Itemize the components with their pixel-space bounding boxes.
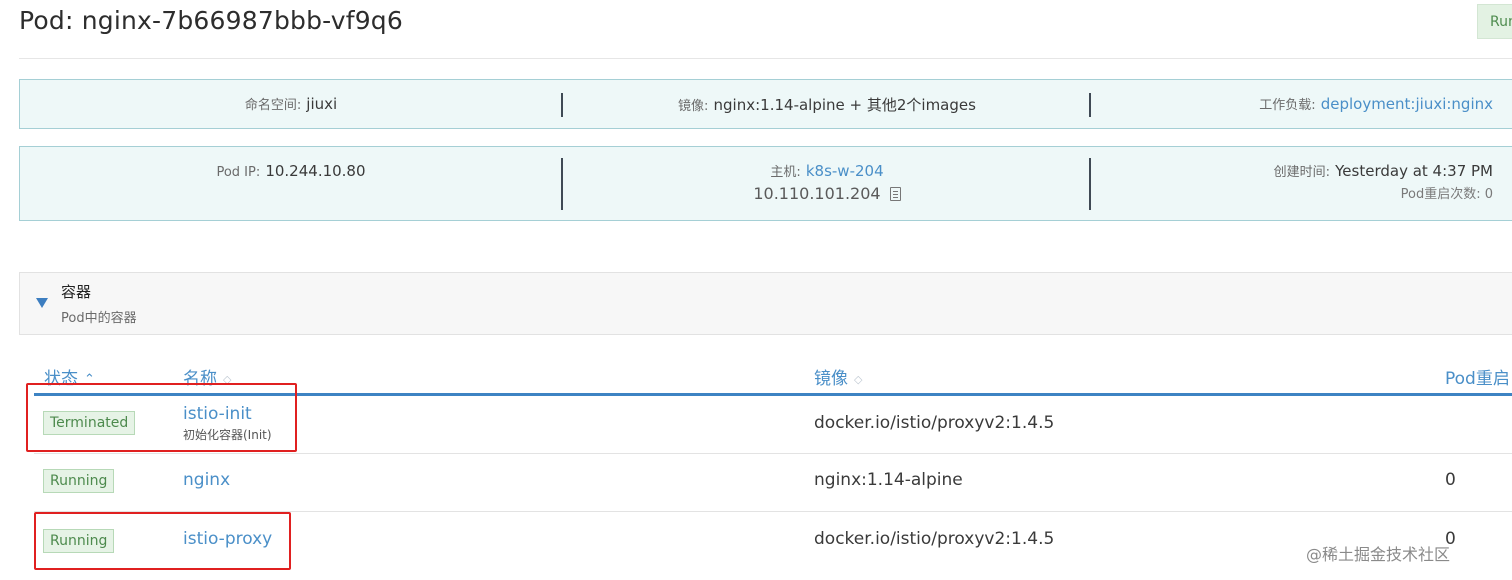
state-badge-running: Running xyxy=(43,469,115,493)
column-header-restarts[interactable]: Pod重启 xyxy=(1445,364,1510,389)
restarts-value: 0 xyxy=(1484,187,1493,202)
host-cell: 主机: k8s-w-204 10.110.101.204 xyxy=(562,147,1092,220)
info-box-primary: 命名空间: jiuxi 镜像: nginx:1.14-alpine + 其他2个… xyxy=(19,79,1512,129)
containers-section-header[interactable]: 容器 Pod中的容器 xyxy=(19,272,1512,335)
restarts-label: Pod重启次数: xyxy=(1400,187,1481,202)
title-divider xyxy=(19,58,1512,59)
section-title: 容器 xyxy=(61,283,92,301)
container-restarts: 0 xyxy=(1445,470,1456,490)
column-header-image[interactable]: 镜像 ◇ xyxy=(814,364,862,389)
container-image: nginx:1.14-alpine xyxy=(814,470,963,490)
workload-cell: 工作负载: deployment:jiuxi:nginx xyxy=(1092,80,1512,128)
host-ip-value: 10.110.101.204 xyxy=(753,184,881,203)
pod-state-badge: Run xyxy=(1477,4,1512,39)
image-value[interactable]: nginx:1.14-alpine + 其他2个images xyxy=(714,96,976,114)
pod-ip-cell: Pod IP: 10.244.10.80 xyxy=(20,147,562,220)
created-cell: 创建时间: Yesterday at 4:37 PM Pod重启次数: 0 xyxy=(1092,147,1512,220)
page-title: Pod: nginx-7b66987bbb-vf9q6 xyxy=(19,6,403,35)
workload-link[interactable]: deployment:jiuxi:nginx xyxy=(1321,95,1493,113)
watermark: @稀土掘金技术社区 xyxy=(1306,545,1451,564)
workload-label: 工作负载: xyxy=(1259,98,1316,113)
column-header-label: 镜像 xyxy=(814,369,848,389)
container-name-link[interactable]: nginx xyxy=(183,470,230,490)
section-subtitle: Pod中的容器 xyxy=(61,311,137,326)
container-image: docker.io/istio/proxyv2:1.4.5 xyxy=(814,529,1055,549)
sort-icon: ◇ xyxy=(854,373,863,386)
column-header-label: Pod重启 xyxy=(1445,369,1510,389)
highlight-box xyxy=(34,512,291,570)
host-label: 主机: xyxy=(770,165,801,180)
info-divider xyxy=(1089,158,1091,210)
namespace-label: 命名空间: xyxy=(244,98,302,113)
pod-ip-value: 10.244.10.80 xyxy=(265,162,366,180)
caret-down-icon[interactable] xyxy=(36,298,48,308)
info-divider xyxy=(1089,93,1091,117)
highlight-box xyxy=(26,383,297,452)
created-value: Yesterday at 4:37 PM xyxy=(1335,162,1493,180)
namespace-cell: 命名空间: jiuxi xyxy=(20,80,562,128)
container-image: docker.io/istio/proxyv2:1.4.5 xyxy=(814,413,1055,433)
host-link[interactable]: k8s-w-204 xyxy=(806,162,884,180)
namespace-value: jiuxi xyxy=(306,95,338,113)
row-divider xyxy=(34,453,1512,454)
image-cell: 镜像: nginx:1.14-alpine + 其他2个images xyxy=(562,80,1092,128)
pod-ip-label: Pod IP: xyxy=(216,165,261,180)
copy-icon[interactable] xyxy=(889,187,901,201)
info-box-secondary: Pod IP: 10.244.10.80 主机: k8s-w-204 10.11… xyxy=(19,146,1512,221)
created-label: 创建时间: xyxy=(1273,165,1331,180)
image-label: 镜像: xyxy=(678,99,709,114)
